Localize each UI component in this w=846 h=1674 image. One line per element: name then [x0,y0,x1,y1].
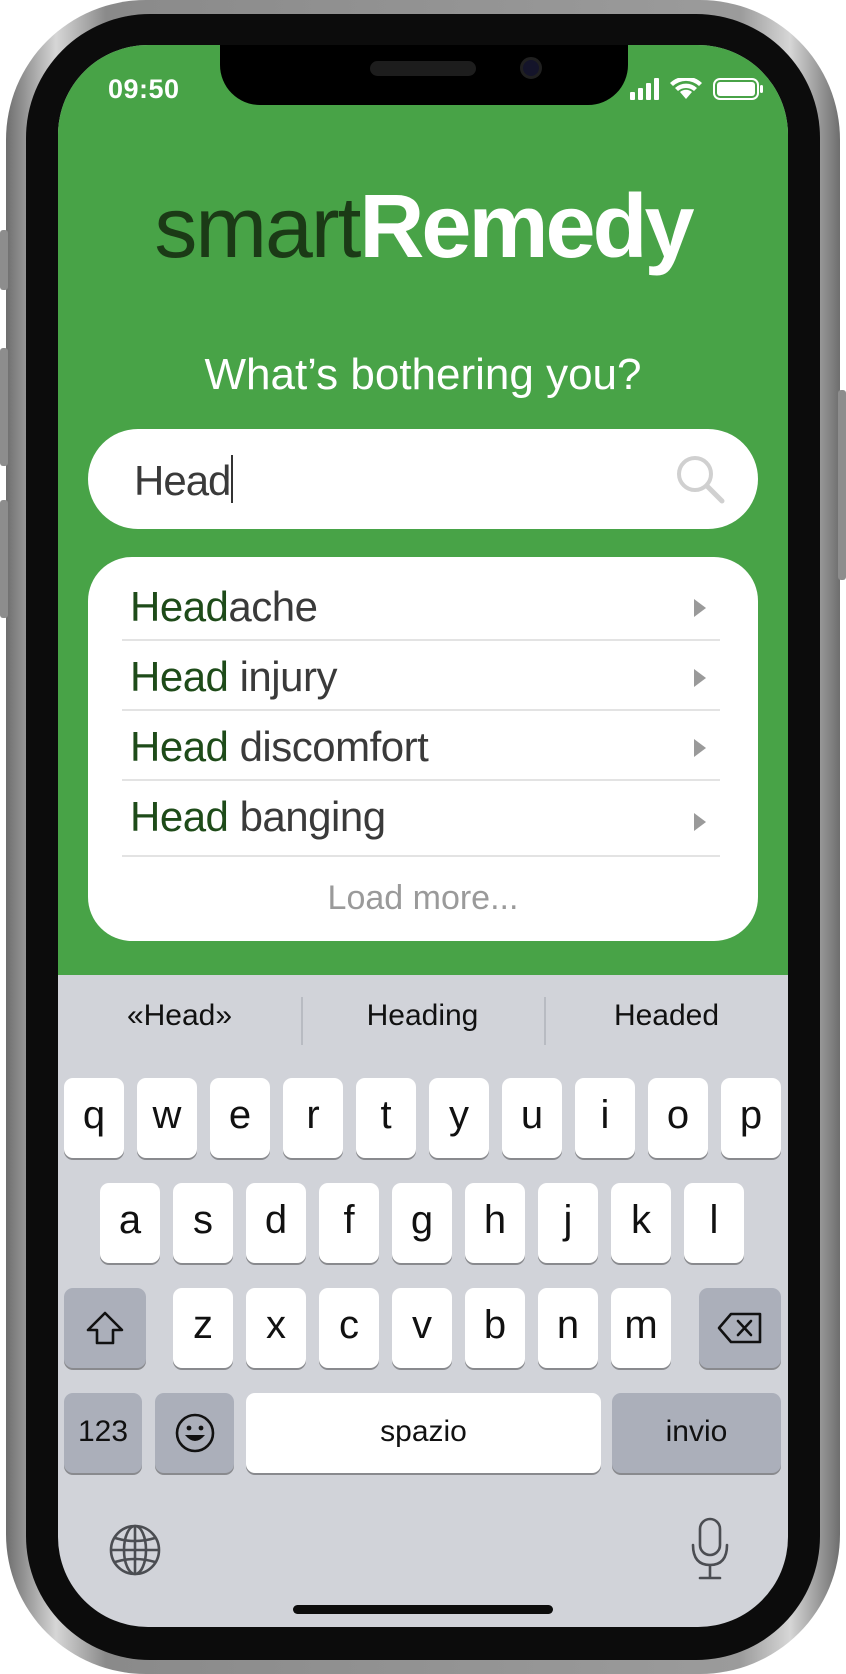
key[interactable]: h [465,1183,525,1263]
search-input[interactable]: Head [88,429,758,529]
phone-screen: 09:50 smartRemedy What’s bothering you? … [58,45,788,1627]
text-caret [231,455,234,503]
key[interactable]: x [246,1288,306,1368]
key[interactable]: a [100,1183,160,1263]
prediction-item[interactable]: Headed [545,999,788,1033]
status-time: 09:50 [108,74,180,104]
key[interactable]: d [246,1183,306,1263]
emoji-key[interactable] [155,1393,234,1473]
suggestion-match: Head [130,653,229,700]
key[interactable]: e [210,1078,270,1158]
key[interactable]: r [283,1078,343,1158]
chevron-right-icon [694,599,706,617]
numbers-key[interactable]: 123 [64,1393,142,1473]
search-input-value: Head [134,455,234,505]
logo-light-text: smart [154,180,361,276]
suggestion-rest: discomfort [228,723,429,770]
chevron-right-icon [694,669,706,687]
app-logo: smartRemedy [58,182,788,272]
key[interactable]: o [648,1078,708,1158]
globe-icon[interactable] [108,1523,162,1577]
suggestion-label: Headache [130,583,318,631]
search-icon[interactable] [674,453,726,505]
suggestion-rest: injury [228,653,338,700]
key[interactable]: u [502,1078,562,1158]
suggestion-match: Head [130,793,229,840]
suggestion-item[interactable]: Head discomfort [122,711,720,781]
suggestion-rest: ache [228,583,318,630]
signal-icon [630,78,659,100]
suggestion-item[interactable]: Headache [122,571,720,641]
key[interactable]: i [575,1078,635,1158]
emoji-icon [175,1413,214,1453]
prediction-item[interactable]: Heading [301,999,544,1033]
backspace-key[interactable] [699,1288,781,1368]
suggestion-item[interactable]: Head injury [122,641,720,711]
predictive-bar: «Head» Heading Headed [58,975,788,1063]
key[interactable]: m [611,1288,671,1368]
key[interactable]: y [429,1078,489,1158]
key[interactable]: b [465,1288,525,1368]
prompt-heading: What’s bothering you? [204,350,642,399]
key[interactable]: c [319,1288,379,1368]
key[interactable]: p [721,1078,781,1158]
shift-icon [86,1311,124,1345]
key[interactable]: q [64,1078,124,1158]
key[interactable]: g [392,1183,452,1263]
battery-icon [713,78,763,100]
front-camera [520,57,542,79]
prediction-item[interactable]: «Head» [58,999,301,1033]
suggestion-label: Head injury [130,653,337,701]
suggestion-label: Head discomfort [130,723,429,771]
return-key[interactable]: invio [612,1393,781,1473]
microphone-icon[interactable] [690,1517,730,1581]
notch [220,45,628,105]
status-icons [630,78,763,100]
home-indicator[interactable] [293,1605,553,1614]
key[interactable]: z [173,1288,233,1368]
suggestions-list: Headache Head injury Head discomfort Hea… [88,557,758,941]
key[interactable]: v [392,1288,452,1368]
key[interactable]: w [137,1078,197,1158]
wifi-icon [670,78,702,99]
suggestion-match: Head [130,723,229,770]
key[interactable]: l [684,1183,744,1263]
key[interactable]: j [538,1183,598,1263]
chevron-right-icon [694,739,706,757]
suggestion-item[interactable]: Head banging [122,781,720,857]
key[interactable]: n [538,1288,598,1368]
logo-bold-text: Remedy [359,177,694,277]
key[interactable]: s [173,1183,233,1263]
speaker-grille [370,61,476,76]
backspace-icon [717,1312,762,1344]
space-key[interactable]: spazio [246,1393,601,1473]
suggestion-match: Head [130,583,229,630]
search-value-text: Head [134,457,231,504]
suggestion-rest: banging [228,793,387,840]
load-more-link[interactable]: Load more... [88,879,758,918]
key[interactable]: t [356,1078,416,1158]
key[interactable]: f [319,1183,379,1263]
suggestion-label: Head banging [130,793,386,841]
chevron-right-icon [694,813,706,831]
key[interactable]: k [611,1183,671,1263]
shift-key[interactable] [64,1288,146,1368]
